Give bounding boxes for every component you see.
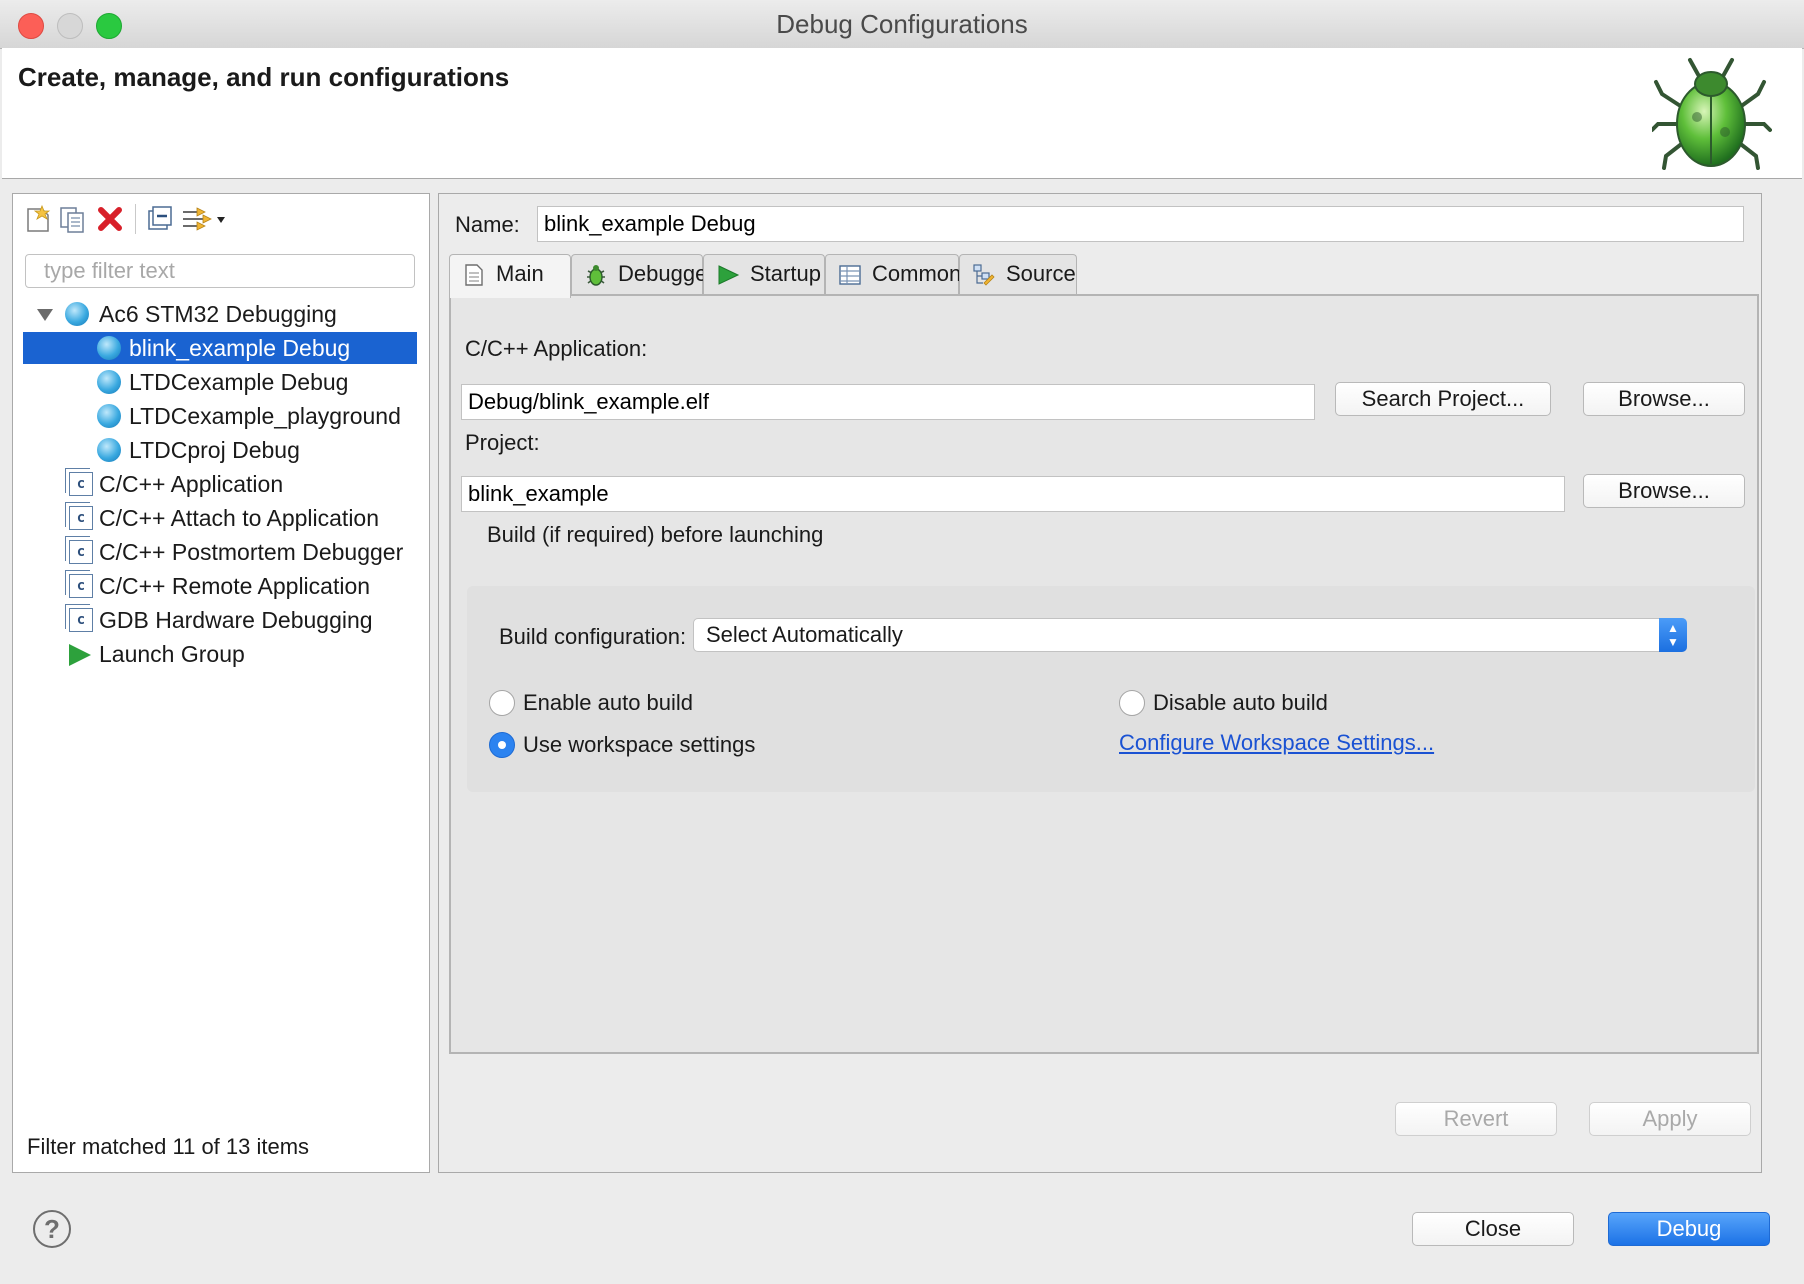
browse-application-button[interactable]: Browse...: [1583, 382, 1745, 416]
tree-category-launch-group[interactable]: Launch Group: [13, 638, 429, 670]
tree-label: LTDCproj Debug: [129, 437, 300, 463]
document-icon: [465, 264, 483, 286]
tree-category-cpp-attach[interactable]: c C/C++ Attach to Application: [13, 502, 429, 534]
filter-status: Filter matched 11 of 13 items: [27, 1134, 310, 1159]
cpp-launch-icon: c: [65, 536, 93, 564]
build-configuration-label: Build configuration:: [499, 624, 687, 649]
tree-item-ltdcproj-debug[interactable]: LTDCproj Debug: [23, 434, 417, 466]
name-field[interactable]: [537, 206, 1744, 242]
tab-startup[interactable]: Startup: [703, 254, 825, 296]
table-icon: [839, 265, 861, 285]
build-configuration-value: Select Automatically: [706, 622, 903, 647]
configuration-editor-panel: Name: Main Debugger Startup Common: [438, 193, 1762, 1173]
tab-label: Debugger: [618, 261, 715, 286]
tab-debugger[interactable]: Debugger: [571, 254, 715, 296]
tree-category-gdb-hardware[interactable]: c GDB Hardware Debugging: [13, 604, 429, 636]
application-label: C/C++ Application:: [465, 336, 648, 361]
search-project-button[interactable]: Search Project...: [1335, 382, 1551, 416]
play-icon: [718, 265, 740, 285]
tree-item-ltdcexample-debug[interactable]: LTDCexample Debug: [23, 366, 417, 398]
tree-item-ltdcexample-playground[interactable]: LTDCexample_playground: [23, 400, 417, 432]
use-workspace-settings-label: Use workspace settings: [523, 732, 756, 757]
new-configuration-icon[interactable]: [23, 204, 53, 234]
tree-label: C/C++ Application: [99, 471, 284, 497]
cpp-launch-icon: c: [65, 570, 93, 598]
tree-label: LTDCexample Debug: [129, 369, 349, 395]
apply-button[interactable]: Apply: [1589, 1102, 1751, 1136]
window-title: Debug Configurations: [776, 9, 1028, 39]
build-group-title: Build (if required) before launching: [487, 522, 824, 547]
bug-icon: [1652, 58, 1772, 170]
enable-auto-build-radio[interactable]: [489, 690, 515, 716]
tab-common[interactable]: Common: [825, 254, 962, 296]
toolbar-separator: [135, 204, 136, 234]
tab-label: Startup: [750, 261, 821, 286]
tab-label: Common: [872, 261, 962, 286]
dialog-header: Create, manage, and run configurations: [2, 48, 1802, 179]
enable-auto-build-label: Enable auto build: [523, 690, 694, 715]
launch-group-icon: [69, 644, 91, 666]
help-icon[interactable]: ?: [33, 1210, 71, 1248]
cpp-launch-icon: c: [65, 502, 93, 530]
project-label: Project:: [465, 430, 540, 455]
configure-workspace-settings-link[interactable]: Configure Workspace Settings...: [1119, 730, 1434, 756]
ac6-debug-icon: [65, 302, 89, 326]
delete-icon[interactable]: [95, 204, 125, 234]
tab-label: Source: [1006, 261, 1076, 286]
tree-category-cpp-application[interactable]: c C/C++ Application: [13, 468, 429, 500]
collapse-all-icon[interactable]: [145, 204, 175, 234]
ac6-debug-icon: [97, 404, 121, 428]
duplicate-icon[interactable]: [57, 204, 87, 234]
tab-label: Main: [496, 261, 544, 286]
debug-button[interactable]: Debug: [1608, 1212, 1770, 1246]
expand-arrow-icon[interactable]: [37, 309, 53, 321]
project-field[interactable]: [461, 476, 1565, 512]
tree-category-cpp-postmortem[interactable]: c C/C++ Postmortem Debugger: [13, 536, 429, 568]
ac6-debug-icon: [97, 336, 121, 360]
source-tree-icon: [973, 264, 995, 286]
build-configuration-select[interactable]: Select Automatically ▲ ▼: [693, 618, 1687, 652]
dialog-title: Create, manage, and run configurations: [18, 62, 510, 92]
tree-label: blink_example Debug: [129, 335, 351, 361]
tab-content-main: C/C++ Application: Search Project... Bro…: [449, 294, 1759, 1054]
ac6-debug-icon: [97, 370, 121, 394]
disable-auto-build-radio[interactable]: [1119, 690, 1145, 716]
filter-input[interactable]: [25, 254, 415, 288]
disable-auto-build-label: Disable auto build: [1153, 690, 1328, 715]
configuration-list-panel: Ac6 STM32 Debugging blink_example Debug …: [12, 193, 430, 1173]
tree-label: C/C++ Attach to Application: [99, 505, 380, 531]
revert-button[interactable]: Revert: [1395, 1102, 1557, 1136]
tree-category-ac6-stm32[interactable]: Ac6 STM32 Debugging: [13, 298, 429, 330]
tab-main[interactable]: Main: [449, 254, 571, 298]
build-group: Build configuration: Select Automaticall…: [467, 586, 1755, 792]
tree-label: LTDCexample_playground: [129, 403, 401, 429]
bug-icon: [587, 265, 605, 286]
browse-project-button[interactable]: Browse...: [1583, 474, 1745, 508]
tree-label: Ac6 STM32 Debugging: [99, 301, 337, 327]
select-arrows-icon: ▲ ▼: [1659, 618, 1687, 652]
cpp-launch-icon: c: [65, 468, 93, 496]
tree-label: Launch Group: [99, 641, 245, 667]
application-field[interactable]: [461, 384, 1315, 420]
window-titlebar: Debug Configurations: [0, 0, 1804, 49]
tree-label: C/C++ Postmortem Debugger: [99, 539, 404, 565]
close-button[interactable]: Close: [1412, 1212, 1574, 1246]
name-label: Name:: [455, 212, 520, 237]
tab-source[interactable]: Source: [959, 254, 1077, 296]
tree-item-blink-example-debug[interactable]: blink_example Debug: [23, 332, 417, 364]
filter-icon[interactable]: [179, 204, 227, 234]
ac6-debug-icon: [97, 438, 121, 462]
use-workspace-settings-radio[interactable]: [489, 732, 515, 758]
cpp-launch-icon: c: [65, 604, 93, 632]
tree-label: GDB Hardware Debugging: [99, 607, 373, 633]
tree-label: C/C++ Remote Application: [99, 573, 371, 599]
tree-category-cpp-remote[interactable]: c C/C++ Remote Application: [13, 570, 429, 602]
